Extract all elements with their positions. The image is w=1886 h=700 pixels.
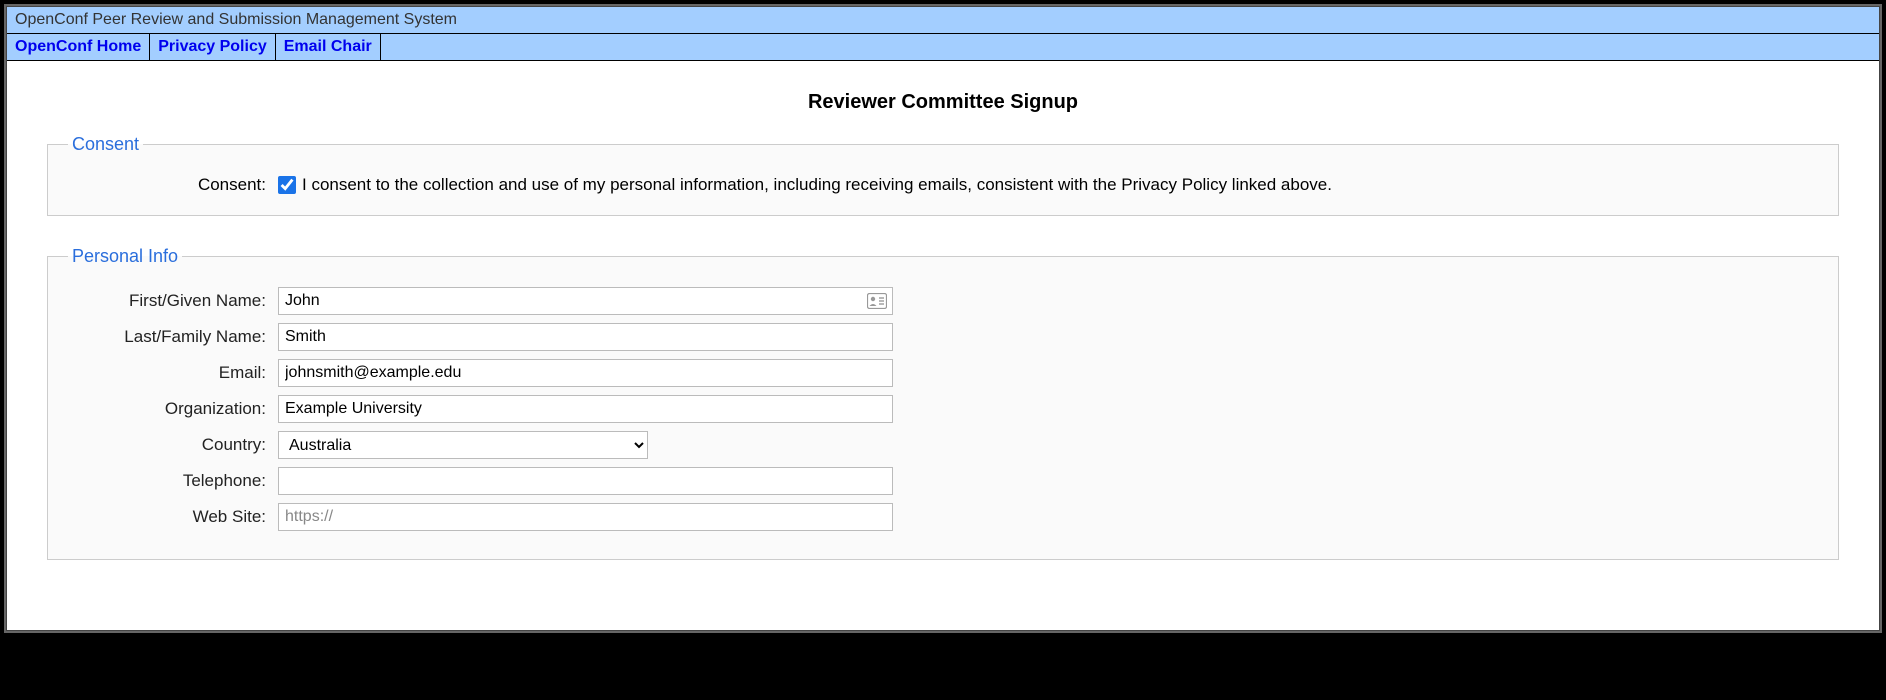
page-title: Reviewer Committee Signup [47, 91, 1839, 114]
consent-text: I consent to the collection and use of m… [302, 175, 1332, 195]
consent-checkbox[interactable] [278, 176, 296, 194]
last-name-label: Last/Family Name: [68, 327, 278, 347]
consent-legend: Consent [68, 134, 143, 155]
header-title: OpenConf Peer Review and Submission Mana… [7, 7, 1879, 34]
nav-home-link[interactable]: OpenConf Home [7, 34, 150, 60]
country-select[interactable]: Australia [278, 431, 648, 459]
website-label: Web Site: [68, 507, 278, 527]
telephone-input[interactable] [278, 467, 893, 495]
app-frame: OpenConf Peer Review and Submission Mana… [6, 6, 1880, 631]
consent-label: Consent: [68, 175, 278, 195]
website-input[interactable] [278, 503, 893, 531]
telephone-label: Telephone: [68, 471, 278, 491]
email-label: Email: [68, 363, 278, 383]
nav-bar: OpenConf Home Privacy Policy Email Chair [7, 34, 1879, 61]
first-name-input[interactable] [278, 287, 893, 315]
content-area: Reviewer Committee Signup Consent Consen… [7, 61, 1879, 630]
personal-info-fieldset: Personal Info First/Given Name: [47, 246, 1839, 560]
organization-label: Organization: [68, 399, 278, 419]
country-label: Country: [68, 435, 278, 455]
first-name-label: First/Given Name: [68, 291, 278, 311]
organization-input[interactable] [278, 395, 893, 423]
personal-info-legend: Personal Info [68, 246, 182, 267]
consent-fieldset: Consent Consent: I consent to the collec… [47, 134, 1839, 216]
nav-privacy-link[interactable]: Privacy Policy [150, 34, 276, 60]
email-input[interactable] [278, 359, 893, 387]
nav-email-chair-link[interactable]: Email Chair [276, 34, 381, 60]
last-name-input[interactable] [278, 323, 893, 351]
